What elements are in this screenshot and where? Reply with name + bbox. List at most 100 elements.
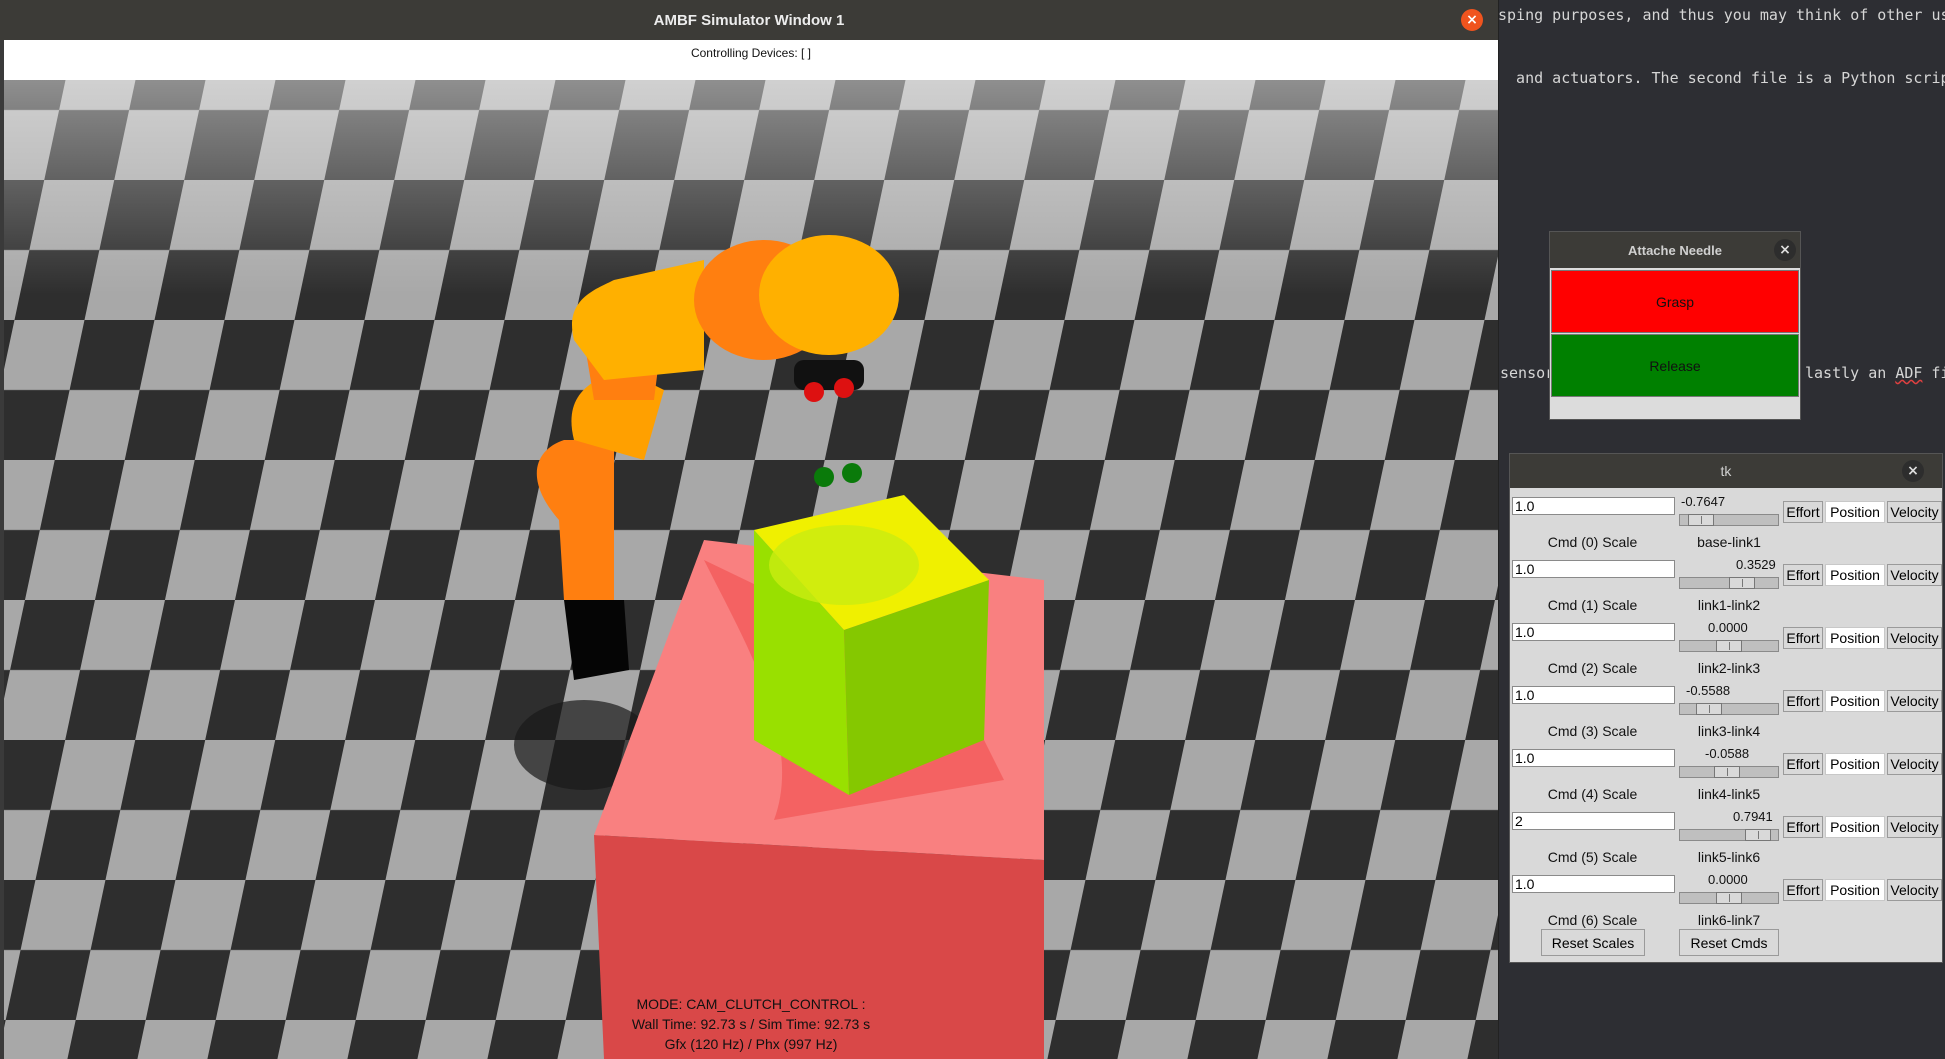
effort-button[interactable]: Effort: [1783, 753, 1823, 775]
grasp-button[interactable]: Grasp: [1551, 270, 1799, 333]
editor-text: fil: [1931, 364, 1945, 382]
effort-button[interactable]: Effort: [1783, 501, 1823, 523]
sim-status-time: Wall Time: 92.73 s / Sim Time: 92.73 s: [631, 1016, 871, 1032]
slider-value: 0.0000: [1708, 872, 1748, 887]
joint-name-label: link5-link6: [1697, 849, 1761, 865]
joint-row: 1.0 Cmd (0) Scale -0.7647 base-link1 Eff…: [1510, 494, 1942, 557]
slider-value: -0.5588: [1686, 683, 1731, 698]
joint-slider[interactable]: [1679, 703, 1779, 715]
slider-value: -0.7647: [1681, 494, 1726, 509]
joint-row: 1.0 Cmd (6) Scale 0.0000 link6-link7 Eff…: [1510, 872, 1942, 935]
tk-close-button[interactable]: ×: [1902, 460, 1924, 482]
position-button[interactable]: Position: [1825, 816, 1885, 838]
controlling-devices-label: Controlling Devices: [ ]: [690, 46, 812, 60]
attache-close-button[interactable]: ×: [1774, 239, 1796, 261]
simulation-viewport[interactable]: Controlling Devices: [ ] MODE: CAM_CLUTC…: [4, 40, 1498, 1059]
release-button[interactable]: Release: [1551, 334, 1799, 397]
joint-name-label: base-link1: [1697, 534, 1761, 550]
reset-scales-button[interactable]: Reset Scales: [1541, 929, 1645, 956]
effort-button[interactable]: Effort: [1783, 627, 1823, 649]
cmd-scale-input[interactable]: 1.0: [1512, 497, 1675, 515]
joint-row: 2 Cmd (5) Scale 0.7941 link5-link6 Effor…: [1510, 809, 1942, 872]
joint-row: 1.0 Cmd (2) Scale 0.0000 link2-link3 Eff…: [1510, 620, 1942, 683]
effort-button[interactable]: Effort: [1783, 816, 1823, 838]
velocity-button[interactable]: Velocity: [1887, 564, 1942, 586]
joint-name-label: link3-link4: [1697, 723, 1761, 739]
joint-slider[interactable]: [1679, 514, 1779, 526]
joint-row: 1.0 Cmd (3) Scale -0.5588 link3-link4 Ef…: [1510, 683, 1942, 746]
cmd-scale-label: Cmd (0) Scale: [1547, 534, 1638, 550]
slider-thumb[interactable]: [1688, 514, 1715, 526]
joint-slider[interactable]: [1679, 829, 1779, 841]
editor-line: sensor: [1500, 364, 1555, 382]
cmd-scale-input[interactable]: 1.0: [1512, 686, 1675, 704]
editor-line: and actuators. The second file is a Pyth…: [1498, 69, 1945, 87]
ambf-close-button[interactable]: ×: [1461, 9, 1483, 31]
editor-line: lastly an ADF fil: [1805, 364, 1945, 382]
tk-title-bar[interactable]: tk ×: [1510, 454, 1942, 488]
ambf-title-bar[interactable]: AMBF Simulator Window 1 ×: [0, 0, 1498, 40]
cmd-scale-label: Cmd (3) Scale: [1547, 723, 1638, 739]
velocity-button[interactable]: Velocity: [1887, 501, 1942, 523]
cmd-scale-input[interactable]: 1.0: [1512, 623, 1675, 641]
cmd-scale-input[interactable]: 2: [1512, 812, 1675, 830]
ambf-simulator-window[interactable]: AMBF Simulator Window 1 × Controlling De…: [0, 0, 1499, 1059]
joint-name-label: link4-link5: [1697, 786, 1761, 802]
joint-name-label: link1-link2: [1697, 597, 1761, 613]
attache-window-title: Attache Needle: [1628, 242, 1722, 258]
slider-value: 0.7941: [1733, 809, 1773, 824]
position-button[interactable]: Position: [1825, 879, 1885, 901]
sim-status-mode: MODE: CAM_CLUTCH_CONTROL :: [636, 996, 866, 1012]
attache-needle-window[interactable]: Attache Needle × Grasp Release: [1549, 231, 1801, 420]
close-icon: ×: [1907, 463, 1919, 479]
slider-thumb[interactable]: [1716, 892, 1742, 904]
velocity-button[interactable]: Velocity: [1887, 627, 1942, 649]
slider-thumb[interactable]: [1716, 640, 1742, 652]
tk-window-title: tk: [1720, 463, 1732, 479]
reset-cmds-button[interactable]: Reset Cmds: [1679, 929, 1779, 956]
velocity-button[interactable]: Velocity: [1887, 690, 1942, 712]
close-icon: ×: [1779, 242, 1791, 258]
joint-name-label: link6-link7: [1697, 912, 1761, 928]
cmd-scale-input[interactable]: 1.0: [1512, 749, 1675, 767]
effort-button[interactable]: Effort: [1783, 879, 1823, 901]
scene-render: [4, 40, 1498, 1059]
slider-value: 0.0000: [1708, 620, 1748, 635]
joint-slider[interactable]: [1679, 766, 1779, 778]
sim-status-rate: Gfx (120 Hz) / Phx (997 Hz): [664, 1036, 838, 1052]
position-button[interactable]: Position: [1825, 564, 1885, 586]
tk-window[interactable]: tk × 1.0 Cmd (0) Scale -0.7647 base-link…: [1509, 453, 1943, 963]
effort-button[interactable]: Effort: [1783, 690, 1823, 712]
cmd-scale-label: Cmd (4) Scale: [1547, 786, 1638, 802]
cmd-scale-label: Cmd (6) Scale: [1547, 912, 1638, 928]
velocity-button[interactable]: Velocity: [1887, 879, 1942, 901]
effort-button[interactable]: Effort: [1783, 564, 1823, 586]
slider-thumb[interactable]: [1695, 703, 1722, 715]
joint-name-label: link2-link3: [1697, 660, 1761, 676]
slider-value: -0.0588: [1705, 746, 1750, 761]
slider-thumb[interactable]: [1744, 829, 1771, 841]
joint-row: 1.0 Cmd (4) Scale -0.0588 link4-link5 Ef…: [1510, 746, 1942, 809]
joint-slider[interactable]: [1679, 577, 1779, 589]
slider-thumb[interactable]: [1713, 766, 1740, 778]
cmd-scale-input[interactable]: 1.0: [1512, 560, 1675, 578]
cmd-scale-label: Cmd (2) Scale: [1547, 660, 1638, 676]
velocity-button[interactable]: Velocity: [1887, 816, 1942, 838]
joint-row: 1.0 Cmd (1) Scale 0.3529 link1-link2 Eff…: [1510, 557, 1942, 620]
attache-title-bar[interactable]: Attache Needle ×: [1550, 232, 1800, 268]
ambf-window-title: AMBF Simulator Window 1: [653, 11, 845, 29]
velocity-button[interactable]: Velocity: [1887, 753, 1942, 775]
position-button[interactable]: Position: [1825, 690, 1885, 712]
joint-slider[interactable]: [1679, 892, 1779, 904]
cmd-scale-input[interactable]: 1.0: [1512, 875, 1675, 893]
joint-slider[interactable]: [1679, 640, 1779, 652]
editor-text: lastly an: [1805, 364, 1896, 382]
close-icon: ×: [1466, 12, 1478, 28]
position-button[interactable]: Position: [1825, 501, 1885, 523]
slider-value: 0.3529: [1736, 557, 1776, 572]
position-button[interactable]: Position: [1825, 627, 1885, 649]
position-button[interactable]: Position: [1825, 753, 1885, 775]
slider-thumb[interactable]: [1728, 577, 1755, 589]
cmd-scale-label: Cmd (1) Scale: [1547, 597, 1638, 613]
cmd-scale-label: Cmd (5) Scale: [1547, 849, 1638, 865]
